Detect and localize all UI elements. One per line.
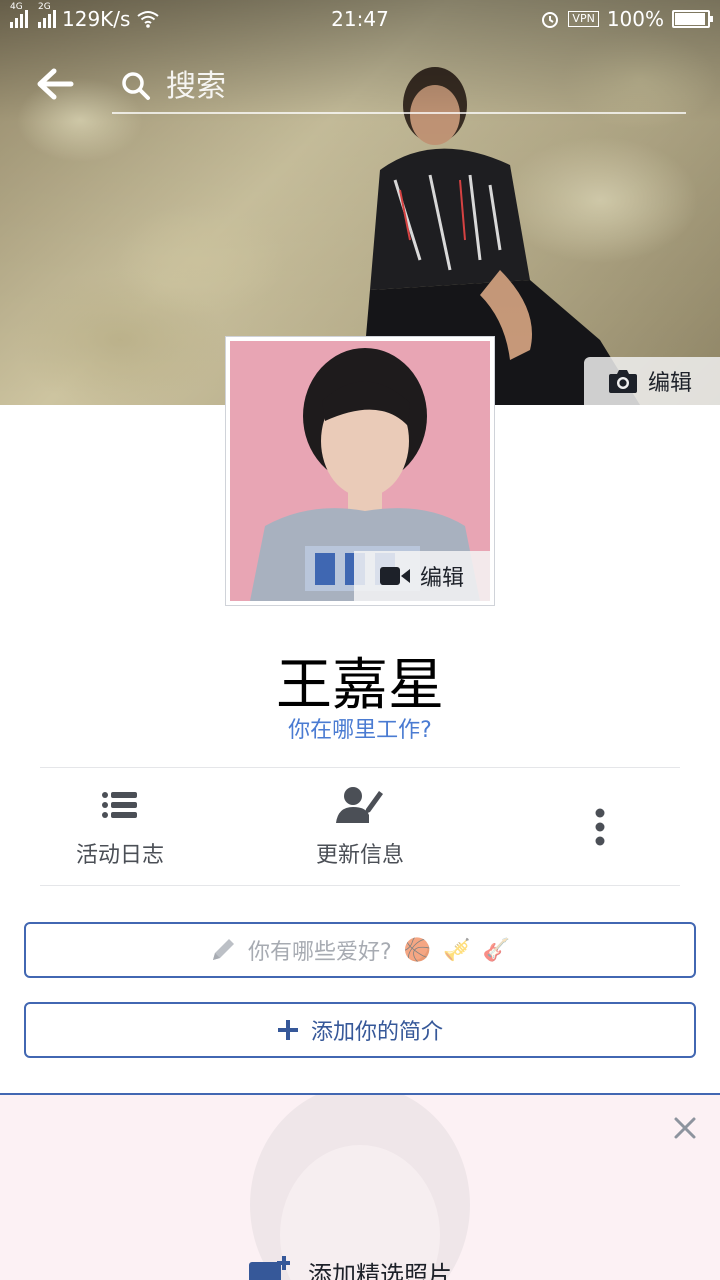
featured-photos-card: 添加精选照片 <box>0 1093 720 1280</box>
trumpet-icon: 🎺 <box>443 937 471 963</box>
alarm-icon <box>542 12 559 28</box>
add-bio-button[interactable]: 添加你的简介 <box>24 1002 696 1058</box>
back-button[interactable] <box>34 64 76 104</box>
battery-fill <box>675 13 705 25</box>
featured-background-image <box>250 1095 470 1280</box>
profile-picture-image: 编辑 <box>230 341 490 601</box>
update-info-button[interactable]: 更新信息 <box>240 768 480 885</box>
search-icon <box>122 72 150 100</box>
add-bio-label: 添加你的简介 <box>310 1020 443 1045</box>
back-arrow-icon <box>37 68 74 100</box>
guitar-icon: 🎸 <box>482 937 510 963</box>
avatar-edit-button[interactable]: 编辑 <box>354 551 490 601</box>
status-right: VPN 100% <box>540 7 713 31</box>
cover-edit-label: 编辑 <box>648 371 693 396</box>
add-photo-icon <box>249 1255 290 1280</box>
camera-icon <box>609 370 637 393</box>
activity-log-label: 活动日志 <box>75 842 164 868</box>
basketball-icon: 🏀 <box>403 937 432 963</box>
network-speed: 129K/s <box>62 7 131 31</box>
signal-icon-1: 4G <box>10 2 28 28</box>
hobbies-button[interactable]: 你有哪些爱好? 🏀 🎺 🎸 <box>24 922 696 978</box>
battery-icon <box>672 10 713 28</box>
divider-bottom <box>40 885 680 886</box>
battery-percent: 100% <box>606 7 664 31</box>
close-icon[interactable] <box>670 1113 700 1143</box>
status-left: 4G 2G 129K/s <box>10 2 160 31</box>
avatar-edit-label: 编辑 <box>419 566 464 591</box>
profile-picture[interactable]: 编辑 <box>225 336 495 606</box>
work-prompt-link[interactable]: 你在哪里工作? <box>0 712 720 744</box>
update-info-label: 更新信息 <box>315 842 404 868</box>
signal-icon-2: 2G <box>38 2 56 28</box>
hobbies-prompt: 你有哪些爱好? <box>248 940 392 965</box>
cover-edit-button[interactable]: 编辑 <box>584 357 720 405</box>
profile-name: 王嘉星 <box>276 653 444 718</box>
add-featured-photos-button[interactable]: 添加精选照片 <box>248 1255 452 1280</box>
network-type-1: 4G <box>10 2 23 12</box>
more-options-button[interactable] <box>480 768 720 885</box>
search-bar[interactable] <box>112 60 686 114</box>
network-type-2: 2G <box>38 2 51 12</box>
video-camera-icon <box>379 567 410 585</box>
pencil-icon <box>213 939 235 960</box>
more-vertical-icon <box>595 807 605 847</box>
list-icon <box>101 785 139 825</box>
search-input[interactable] <box>166 68 646 104</box>
profile-actions: 活动日志 更新信息 <box>0 768 720 885</box>
status-bar: 4G 2G 129K/s 21:47 VPN 100% <box>0 0 720 38</box>
activity-log-button[interactable]: 活动日志 <box>0 768 240 885</box>
vpn-badge: VPN <box>568 11 599 27</box>
wifi-icon <box>137 11 160 28</box>
plus-icon <box>277 1020 298 1040</box>
add-featured-photos-label: 添加精选照片 <box>308 1261 452 1280</box>
edit-profile-icon <box>336 785 384 825</box>
